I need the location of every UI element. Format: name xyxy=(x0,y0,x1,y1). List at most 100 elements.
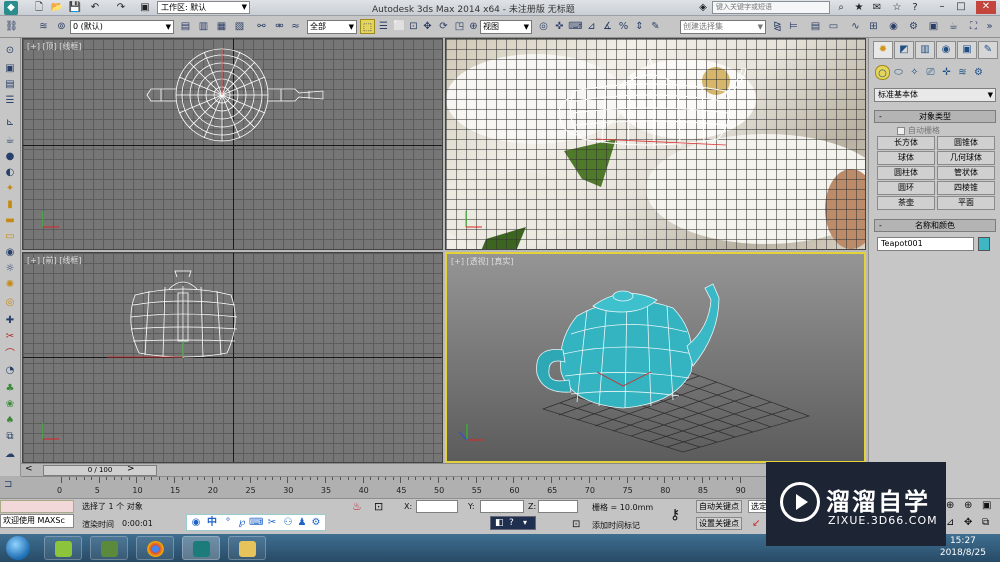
bend-tool-icon[interactable]: ⌒ xyxy=(3,348,17,362)
auto-key-button[interactable]: 自动关键点 xyxy=(696,500,742,513)
lights-icon[interactable]: ✧ xyxy=(907,65,922,80)
link-icon[interactable]: ⛓ xyxy=(4,19,19,34)
question-icon[interactable]: ? xyxy=(509,518,514,528)
binoculars-icon[interactable]: ◈ xyxy=(696,1,710,15)
keyboard-shortcut-icon[interactable]: ⌨ xyxy=(568,19,583,34)
spinner-snap-icon[interactable]: ⇕ xyxy=(632,19,647,34)
modify-tab-icon[interactable]: ◩ xyxy=(894,41,914,59)
helpers-icon[interactable]: ✛ xyxy=(939,65,954,80)
viewport-perspective[interactable]: [+] [透视] [真实] xyxy=(445,252,866,463)
omni-light-icon[interactable]: ✺ xyxy=(3,278,17,292)
toggle-ribbon-icon[interactable]: ▭ xyxy=(826,19,841,34)
plane-tool-icon[interactable]: ▭ xyxy=(3,230,17,244)
start-button-icon[interactable] xyxy=(6,536,30,560)
viewport-label[interactable]: [+] [透视] [真实] xyxy=(451,256,514,267)
pie-tool-icon[interactable]: ◔ xyxy=(3,364,17,378)
systems-icon[interactable]: ⚙ xyxy=(971,65,986,80)
rendered-frame-icon[interactable]: ▣ xyxy=(926,19,941,34)
placement-icon[interactable]: ⊕ xyxy=(466,19,481,34)
pivot-center-icon[interactable]: ◎ xyxy=(536,19,551,34)
box-tool-icon[interactable]: ▬ xyxy=(3,214,17,228)
bind-space-warp-icon[interactable]: ⊚ xyxy=(54,19,69,34)
redo-icon[interactable]: ↷ xyxy=(114,1,128,15)
cone-button[interactable]: 圆锥体 xyxy=(937,136,995,150)
sphere-button[interactable]: 球体 xyxy=(877,151,935,165)
teapot-tool-icon[interactable]: ☕ xyxy=(3,134,17,148)
y-coordinate-field[interactable] xyxy=(480,500,524,513)
undo-icon[interactable]: ↶ xyxy=(88,1,102,15)
create-tab-icon[interactable]: ✹ xyxy=(873,41,893,59)
zoom-all-icon[interactable]: ⊕ xyxy=(964,500,972,511)
ime-chinese-icon[interactable]: 中 xyxy=(205,516,219,530)
prev-frame-icon[interactable]: < xyxy=(25,464,33,474)
snaps-toggle-icon[interactable]: ⊿ xyxy=(584,19,599,34)
open-file-icon[interactable]: 📂 xyxy=(50,1,64,15)
select-move-icon[interactable]: ✥ xyxy=(420,19,435,34)
clone-tool-icon[interactable]: ⧉ xyxy=(3,430,17,444)
pyramid-button[interactable]: 四棱锥 xyxy=(937,181,995,195)
viewport-label[interactable]: [+] [前] [线框] xyxy=(27,255,82,266)
select-object-icon[interactable]: ⬚ xyxy=(360,19,375,34)
shapes-icon[interactable]: ⬭ xyxy=(891,65,906,80)
new-layer-icon[interactable]: ▥ xyxy=(196,19,211,34)
save-file-icon[interactable]: 💾 xyxy=(68,1,82,15)
primitive-category-dropdown[interactable]: 标准基本体 ▼ xyxy=(874,88,996,102)
target-tool-icon[interactable]: ◎ xyxy=(3,296,17,310)
track-bar[interactable]: 0 5 10 15 20 25 30 35 40 45 50 55 60 65 70 75 80 85 90 xyxy=(21,476,868,498)
search-input[interactable]: 键入关键字或短语 xyxy=(712,1,830,14)
layer-manager-icon[interactable]: ▤ xyxy=(178,19,193,34)
motion-tab-icon[interactable]: ◉ xyxy=(936,41,956,59)
render-iterative-icon[interactable]: ⛶ xyxy=(966,19,981,34)
absolute-mode-icon[interactable]: ⊡ xyxy=(374,500,383,513)
search-icon[interactable]: ⌕ xyxy=(834,1,848,15)
maximize-viewport-icon[interactable]: ⧉ xyxy=(982,517,989,528)
viewport-top[interactable]: [+] [顶] [线框] xyxy=(22,38,443,250)
time-slider[interactable]: 0 / 100 < > xyxy=(21,463,868,476)
zoom-icon[interactable]: ⊕ xyxy=(946,500,954,511)
layer-explorer-icon[interactable]: ▤ xyxy=(808,19,823,34)
minimize-icon[interactable]: – xyxy=(935,1,949,14)
select-tool-icon[interactable]: ⊙ xyxy=(3,44,17,58)
display-tab-icon[interactable]: ▣ xyxy=(957,41,977,59)
curve-editor-icon[interactable]: ∿ xyxy=(848,19,863,34)
render-production-icon[interactable]: ☕ xyxy=(946,19,961,34)
rect-selection-icon[interactable]: ⬜ xyxy=(392,19,407,34)
viewport-label[interactable]: [+] [顶] [线框] xyxy=(27,41,82,52)
maxscript-prompt[interactable]: 欢迎使用 MAXSc xyxy=(0,514,74,528)
unlink-selection-icon[interactable]: ⚮ xyxy=(272,19,287,34)
sun-tool-icon[interactable]: ☼ xyxy=(3,262,17,276)
autogrid-checkbox[interactable]: 自动栅格 xyxy=(897,125,940,136)
select-manipulate-icon[interactable]: ✜ xyxy=(552,19,567,34)
name-color-rollout[interactable]: - 名称和颜色 xyxy=(874,219,996,232)
new-file-icon[interactable]: 🗋 xyxy=(32,1,46,15)
list-tool-icon[interactable]: ☰ xyxy=(3,94,17,108)
add-to-layer-icon[interactable]: ▦ xyxy=(214,19,229,34)
subscription-icon[interactable]: ★ xyxy=(852,1,866,15)
ime-skin-icon[interactable]: ♟ xyxy=(295,516,309,530)
cylinder-tool-icon[interactable]: ▮ xyxy=(3,198,17,212)
foliage-tool-icon[interactable]: ♣ xyxy=(3,382,17,396)
sphere-tool-icon[interactable]: ● xyxy=(3,150,17,164)
maxscript-listener-mini[interactable] xyxy=(0,500,74,513)
select-scale-icon[interactable]: ◳ xyxy=(452,19,467,34)
field-of-view-icon[interactable]: ⊿ xyxy=(946,517,954,528)
space-warp-icon[interactable]: ≈ xyxy=(288,19,303,34)
select-link-icon[interactable]: ⚯ xyxy=(254,19,269,34)
ime-scissors-icon[interactable]: ✂ xyxy=(265,516,279,530)
space-warps-icon[interactable]: ≋ xyxy=(955,65,970,80)
close-icon[interactable]: ✕ xyxy=(976,1,996,14)
time-tag-icon[interactable]: ⊡ xyxy=(572,519,580,530)
maximize-icon[interactable]: □ xyxy=(954,1,968,14)
set-key-icon[interactable]: ⚷ xyxy=(670,507,680,523)
next-frame-icon[interactable]: > xyxy=(127,464,135,474)
key-mode-icon[interactable]: ↙ xyxy=(752,518,760,529)
teapot-button[interactable]: 茶壶 xyxy=(877,196,935,210)
app-menu-icon[interactable]: ◆ xyxy=(4,1,18,15)
window-crossing-icon[interactable]: ⊡ xyxy=(406,19,421,34)
named-selection-set-dropdown[interactable]: 创建选择集 ▼ xyxy=(680,20,766,34)
hierarchy-tab-icon[interactable]: ▥ xyxy=(915,41,935,59)
utilities-tab-icon[interactable]: ✎ xyxy=(978,41,998,59)
angle-snap-icon[interactable]: ∡ xyxy=(600,19,615,34)
communication-icon[interactable]: ✉ xyxy=(870,1,884,15)
torus-button[interactable]: 圆环 xyxy=(877,181,935,195)
